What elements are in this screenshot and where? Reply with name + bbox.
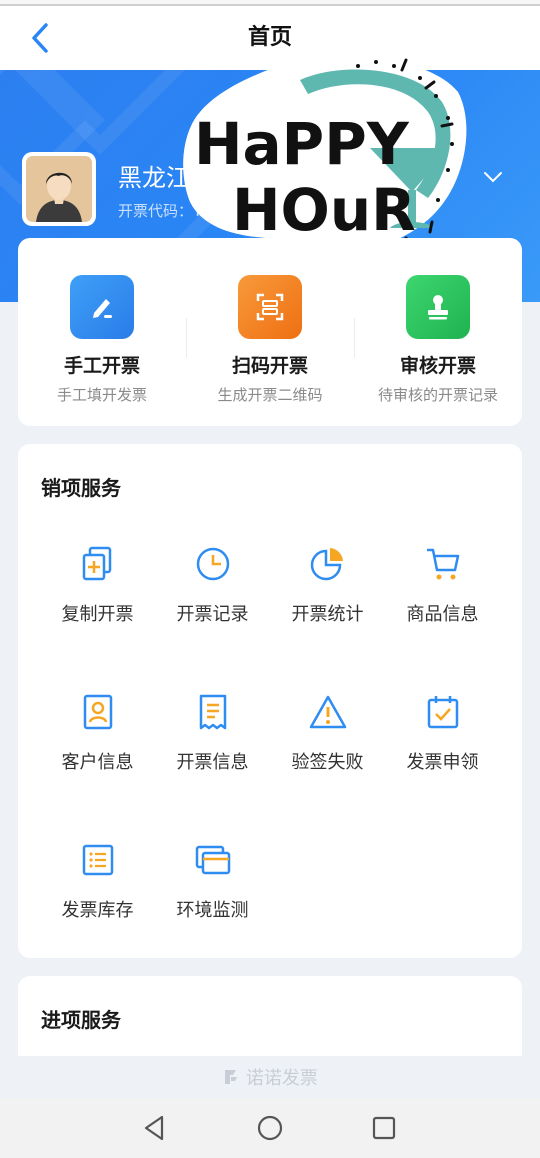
service-label: 客户信息 [61,752,134,773]
section-title: 销项服务 [41,476,121,500]
quick-action-review-invoice[interactable]: 审核开票 待审核的开票记录 [354,238,522,426]
calendar-check-icon [423,692,463,732]
account-dropdown-button[interactable] [480,164,506,190]
service-label: 开票统计 [291,604,364,625]
brand-logo-icon [225,1070,238,1084]
service-signature-failed[interactable]: 验签失败 [270,692,385,802]
chevron-left-icon [32,23,48,53]
scan-icon [238,275,302,339]
service-invoice-stats[interactable]: 开票统计 [270,544,385,654]
list-icon [78,840,118,880]
service-copy-invoice[interactable]: 复制开票 [40,544,155,654]
chevron-down-icon [484,172,502,183]
cards-icon [193,840,233,880]
pie-chart-icon [308,544,348,584]
quick-action-subtitle: 生成开票二维码 [217,386,323,404]
quick-action-subtitle: 待审核的开票记录 [377,386,498,404]
footer-brand-text: 诺诺发票 [245,1068,318,1089]
section-title: 进项服务 [41,1008,121,1032]
footer-brand: 诺诺发票 [0,1064,540,1090]
back-button[interactable] [20,18,60,58]
purchase-services-card: 进项服务 [18,976,522,1056]
quick-action-title: 手工开票 [63,355,140,377]
clock-icon [193,544,233,584]
sticker-text-line2: HOuR [232,176,416,244]
pencil-icon [70,275,134,339]
quick-action-title: 审核开票 [399,355,476,377]
service-customer-info[interactable]: 客户信息 [40,692,155,802]
triangle-back-icon [144,1115,164,1141]
happy-hour-sticker: HaPPY HOuR [180,52,470,262]
system-nav-bar [0,1098,540,1158]
quick-action-scan-invoice[interactable]: 扫码开票 生成开票二维码 [186,238,354,426]
sales-services-card: 销项服务 复制开票 开票记录 开票统计 商品信息 客户信息 开票信息 验签失败 … [18,444,522,958]
service-environment-monitor[interactable]: 环境监测 [155,840,270,950]
quick-action-manual-invoice[interactable]: 手工开票 手工填开发票 [18,238,186,426]
service-invoice-stock[interactable]: 发票库存 [40,840,155,950]
service-label: 复制开票 [61,604,134,625]
quick-action-subtitle: 手工填开发票 [56,386,147,404]
nav-home-button[interactable] [254,1112,286,1144]
service-label: 开票信息 [176,752,249,773]
avatar-image [26,156,92,222]
quick-actions-card: 手工开票 手工填开发票 扫码开票 生成开票二维码 审核开票 待审核的开票记录 [18,238,522,426]
quick-action-title: 扫码开票 [231,355,308,377]
nav-recents-button[interactable] [368,1112,400,1144]
copy-doc-icon [78,544,118,584]
service-invoice-info[interactable]: 开票信息 [155,692,270,802]
avatar[interactable] [22,152,96,226]
receipt-icon [193,692,233,732]
service-invoice-apply[interactable]: 发票申领 [385,692,500,802]
service-label: 发票申领 [406,752,479,773]
service-label: 商品信息 [406,604,479,625]
nav-back-button[interactable] [138,1112,170,1144]
sticker-text-line1: HaPPY [194,110,410,178]
service-invoice-records[interactable]: 开票记录 [155,544,270,654]
service-product-info[interactable]: 商品信息 [385,544,500,654]
stamp-icon [406,275,470,339]
service-label: 验签失败 [291,752,364,773]
contact-card-icon [78,692,118,732]
service-label: 发票库存 [61,900,134,921]
warning-icon [308,692,348,732]
service-label: 环境监测 [176,900,249,921]
circle-home-icon [257,1115,283,1141]
cart-icon [423,544,463,584]
service-label: 开票记录 [176,604,249,625]
square-recents-icon [372,1116,396,1140]
